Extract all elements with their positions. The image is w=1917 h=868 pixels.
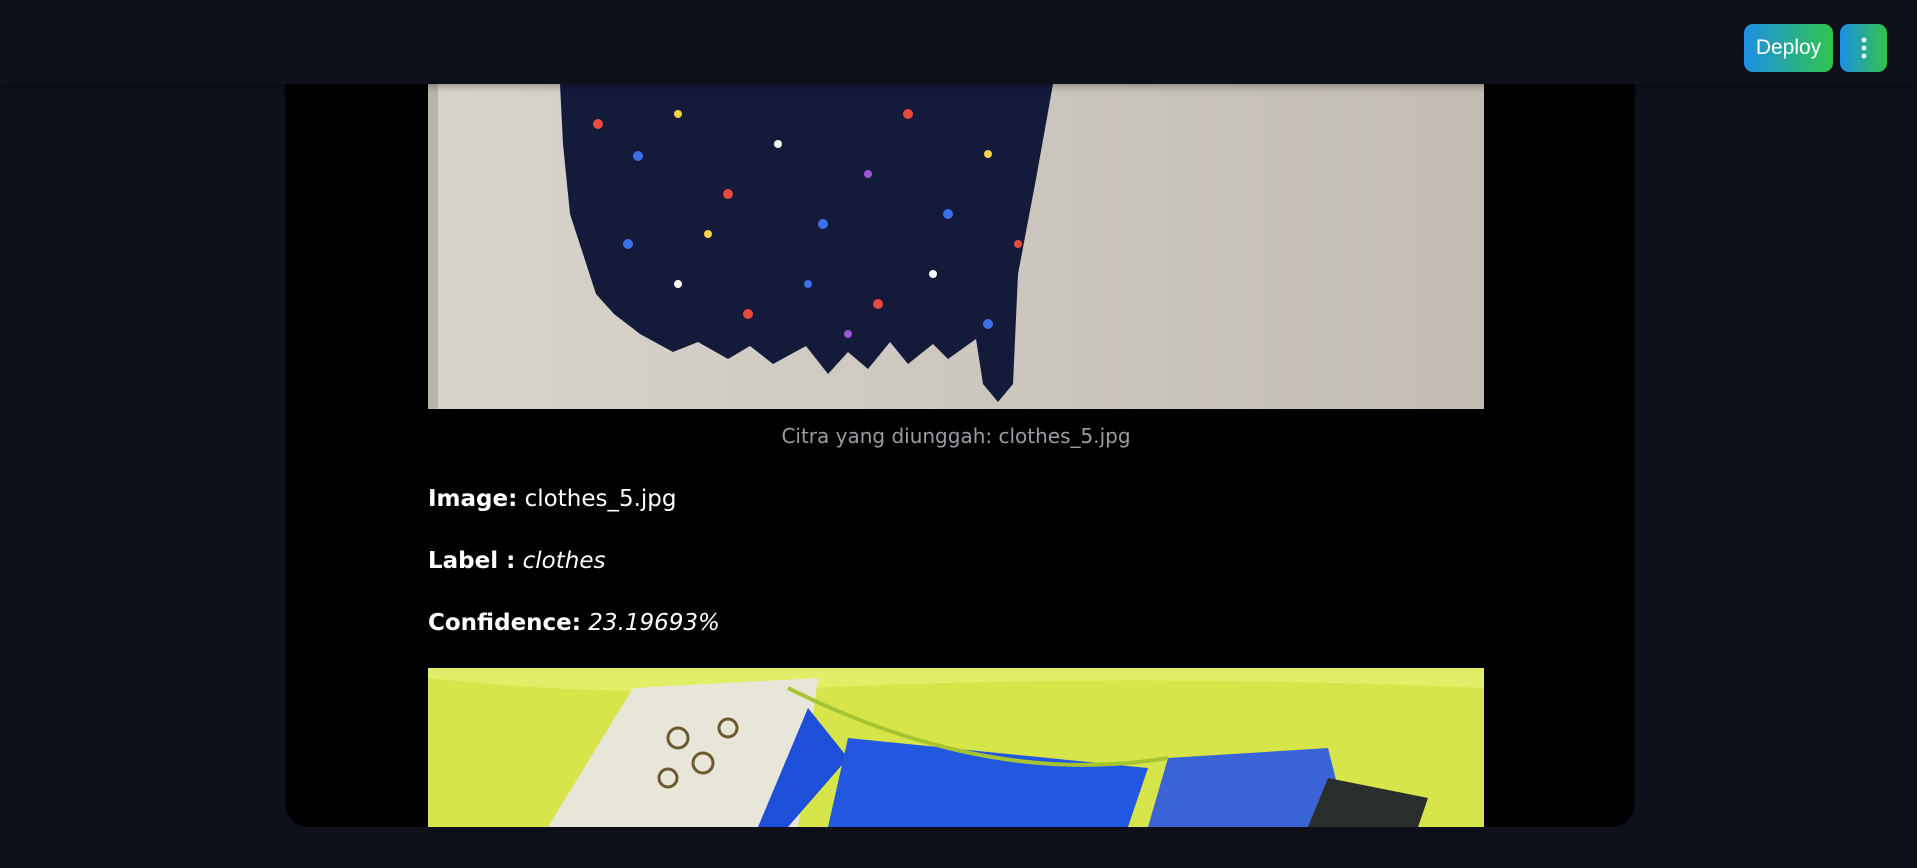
- clothing-photo: [428, 84, 1484, 409]
- clothing-photo-2: [428, 668, 1484, 827]
- image-name-row: Image: clothes_5.jpg: [428, 486, 677, 512]
- prediction-label-value: clothes: [522, 548, 606, 574]
- uploaded-image: [428, 84, 1484, 409]
- image-caption: Citra yang diunggah: clothes_5.jpg: [781, 424, 1131, 448]
- confidence-label: Confidence:: [428, 610, 581, 636]
- deploy-button[interactable]: Deploy: [1744, 24, 1833, 72]
- main-menu-button[interactable]: [1840, 24, 1887, 72]
- vertical-dots-icon: [1861, 37, 1866, 59]
- image-name-label: Image:: [428, 486, 518, 512]
- main-content: Citra yang diunggah: clothes_5.jpg Image…: [285, 0, 1635, 827]
- confidence-value: 23.19693%: [588, 610, 720, 636]
- next-uploaded-image: [428, 668, 1484, 827]
- prediction-label-row: Label : clothes: [428, 548, 605, 574]
- app-header: Deploy: [0, 0, 1917, 84]
- image-name-value: clothes_5.jpg: [524, 486, 677, 512]
- confidence-row: Confidence: 23.19693%: [428, 610, 720, 636]
- prediction-label-label: Label :: [428, 548, 516, 574]
